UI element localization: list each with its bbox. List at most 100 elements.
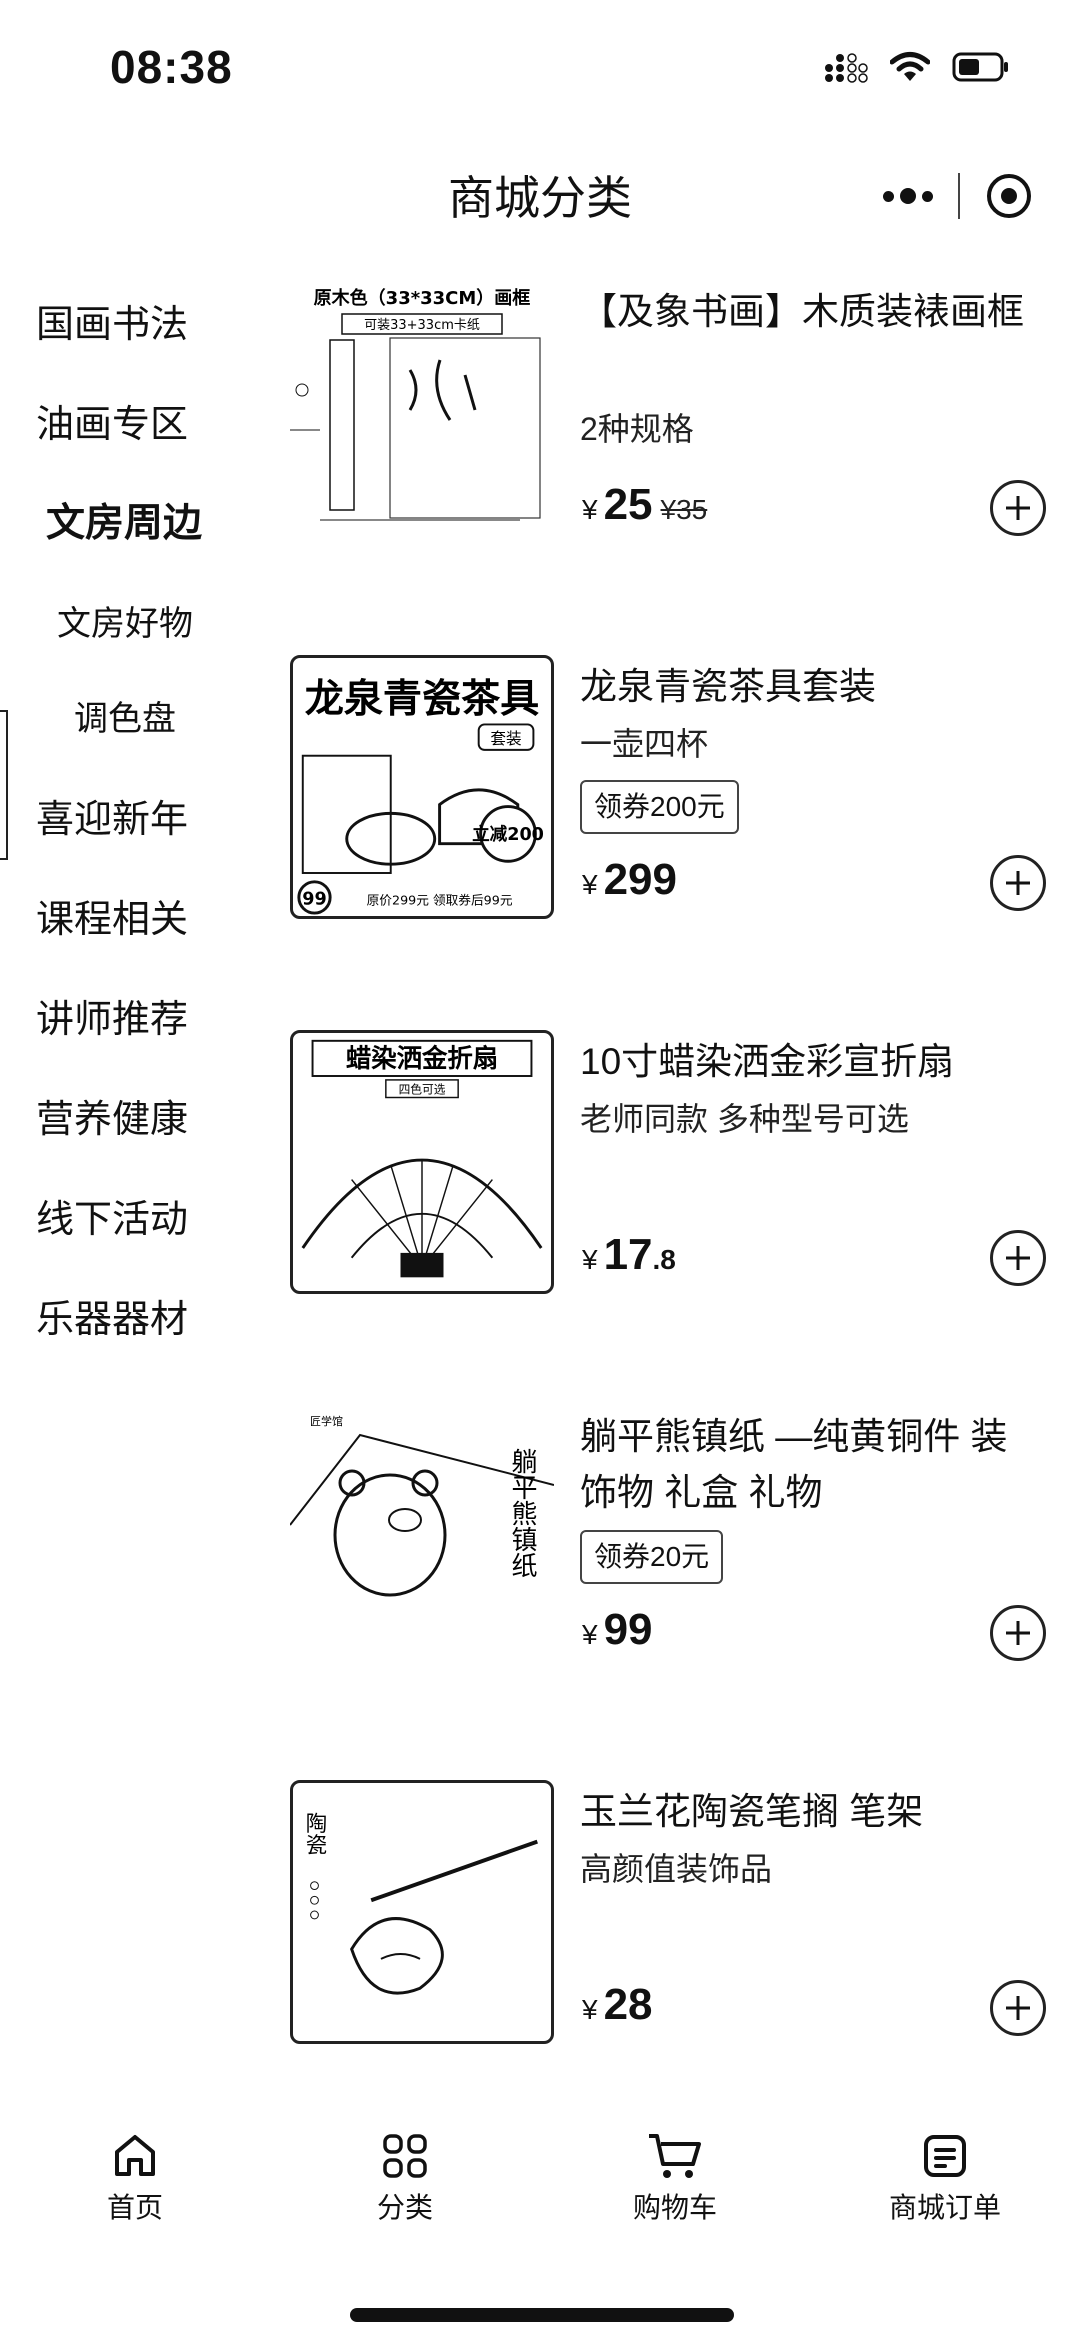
bottom-tab-bar: 首页 分类 购物车 商城订单 — [0, 2110, 1080, 2240]
thumb-top-text: 原木色（33*33CM）画框 — [314, 287, 531, 309]
sidebar-item-newyear[interactable]: 喜迎新年 — [0, 765, 240, 865]
battery-icon — [952, 51, 1010, 88]
more-dots-icon — [883, 190, 894, 202]
sidebar-item-offline[interactable]: 线下活动 — [0, 1165, 240, 1265]
close-program-button[interactable] — [960, 160, 1058, 232]
sidebar-item-health[interactable]: 营养健康 — [0, 1065, 240, 1165]
thumb-side-text: 躺平熊镇纸 — [507, 1448, 537, 1578]
sidebar-item-label: 喜迎新年 — [36, 798, 189, 841]
price-value: 25 — [603, 480, 653, 529]
order-icon — [924, 2135, 966, 2177]
grid-icon — [383, 2134, 427, 2178]
thumb-bottom-text: 原价299元 领取券后99元 — [367, 892, 513, 907]
sidebar-item-label: 国画书法 — [36, 303, 189, 346]
price-decimal: .8 — [652, 1244, 676, 1275]
product-subtitle: 一壶四杯 — [580, 726, 709, 762]
price-value: 28 — [603, 1980, 653, 2029]
tab-label: 商城订单 — [888, 2192, 1001, 2223]
thumb-circle: 99 — [302, 889, 326, 909]
sidebar-item-label: 线下活动 — [36, 1198, 189, 1241]
product-card[interactable]: 匠学馆 躺平熊镇纸 躺平熊镇纸 —纯黄铜件 装饰物 礼盒 礼物 领券20元 ¥ … — [290, 1405, 1080, 1705]
currency-symbol: ¥ — [582, 869, 598, 900]
add-to-cart-button[interactable] — [990, 1980, 1046, 2036]
target-icon — [987, 174, 1031, 218]
product-title: 龙泉青瓷茶具套装 — [580, 666, 876, 707]
product-price: ¥ 25 ¥35 — [582, 480, 707, 530]
product-card[interactable]: 龙泉青瓷茶具 套装 立减200 99 原价299元 领取券后99元 龙泉青瓷茶具… — [290, 655, 1080, 955]
tab-label: 购物车 — [632, 2192, 717, 2223]
sidebar-item-label: 文房周边 — [46, 502, 203, 545]
sidebar-active-indicator — [0, 710, 8, 860]
thumb-tag: 套装 — [490, 729, 522, 748]
product-card[interactable]: 蜡染洒金折扇 四色可选 10寸蜡染洒金彩宣折扇 老师同款 多种型号可选 ¥ 17… — [290, 1030, 1080, 1330]
more-button[interactable] — [858, 160, 958, 232]
status-icons — [824, 50, 1010, 89]
sidebar-item-teachers[interactable]: 讲师推荐 — [0, 965, 240, 1065]
plus-icon — [1006, 871, 1030, 895]
wifi-icon — [889, 51, 931, 88]
home-icon — [115, 2135, 155, 2176]
tab-cart[interactable]: 购物车 — [540, 2110, 810, 2240]
price-value: 17 — [603, 1230, 653, 1279]
product-price: ¥ 17 .8 — [582, 1230, 676, 1280]
product-image: 原木色（33*33CM）画框 可装33+33cm卡纸 — [290, 280, 554, 544]
tab-label: 分类 — [376, 2192, 433, 2223]
price-value: 299 — [603, 855, 677, 904]
currency-symbol: ¥ — [582, 1619, 598, 1650]
product-image: 龙泉青瓷茶具 套装 立减200 99 原价299元 领取券后99元 — [290, 655, 554, 919]
add-to-cart-button[interactable] — [990, 1605, 1046, 1661]
home-indicator — [350, 2308, 734, 2322]
product-card[interactable]: 原木色（33*33CM）画框 可装33+33cm卡纸 【及象书画】木质装裱画框 … — [290, 280, 1080, 580]
product-title: 【及象书画】木质装裱画框 — [580, 291, 1024, 332]
product-price: ¥ 299 — [582, 855, 677, 905]
sidebar-item-wenfang[interactable]: 文房周边 — [0, 470, 240, 570]
coupon-badge: 领券20元 — [580, 1530, 724, 1584]
sidebar-item-label: 营养健康 — [36, 1098, 189, 1141]
thumb-tag: 四色可选 — [399, 1083, 446, 1097]
sidebar-item-youhua[interactable]: 油画专区 — [0, 370, 240, 470]
sidebar-subitem-palette[interactable]: 调色盘 — [0, 665, 240, 765]
plus-icon — [1006, 1621, 1030, 1645]
sidebar-item-courses[interactable]: 课程相关 — [0, 865, 240, 965]
original-price: ¥35 — [660, 494, 708, 525]
currency-symbol: ¥ — [582, 1994, 598, 2025]
product-list: 原木色（33*33CM）画框 可装33+33cm卡纸 【及象书画】木质装裱画框 … — [290, 280, 1080, 2110]
sidebar-item-label: 文房好物 — [57, 604, 193, 643]
product-title: 躺平熊镇纸 —纯黄铜件 装饰物 礼盒 礼物 — [580, 1416, 1008, 1513]
add-to-cart-button[interactable] — [990, 855, 1046, 911]
sidebar-item-label: 乐器器材 — [36, 1298, 189, 1341]
add-to-cart-button[interactable] — [990, 480, 1046, 536]
product-card[interactable]: 陶瓷 玉兰花陶瓷笔搁 笔架 高颜值装饰品 ¥ 28 — [290, 1780, 1080, 2080]
sidebar-item-label: 讲师推荐 — [36, 998, 189, 1041]
signal-icon — [824, 50, 868, 89]
coupon-badge: 领券200元 — [580, 780, 739, 834]
thumb-top-text: 龙泉青瓷茶具 — [305, 676, 539, 722]
product-title: 10寸蜡染洒金彩宣折扇 — [580, 1041, 955, 1082]
more-dot-right — [922, 190, 933, 202]
sidebar-item-label: 油画专区 — [36, 403, 189, 446]
status-time: 08:38 — [110, 41, 233, 93]
plus-icon — [1006, 1246, 1030, 1270]
product-image: 陶瓷 — [290, 1780, 554, 2044]
tab-home[interactable]: 首页 — [0, 2110, 270, 2240]
currency-symbol: ¥ — [582, 1244, 598, 1275]
product-subtitle: 老师同款 多种型号可选 — [580, 1101, 909, 1137]
product-price: ¥ 99 — [582, 1605, 653, 1655]
sidebar-subitem-wenfang-haowu[interactable]: 文房好物 — [0, 570, 240, 670]
thumb-logo: 匠学馆 — [310, 1414, 343, 1428]
category-sidebar: 国画书法 油画专区 文房周边 文房好物 调色盘 喜迎新年 课程相关 讲师推荐 营… — [0, 260, 240, 2100]
sidebar-item-instruments[interactable]: 乐器器材 — [0, 1265, 240, 1365]
sidebar-item-label: 课程相关 — [36, 898, 189, 941]
thumb-badge: 立减200 — [472, 824, 544, 845]
tab-label: 首页 — [106, 2192, 163, 2223]
tab-category[interactable]: 分类 — [270, 2110, 540, 2240]
sidebar-item-guohua[interactable]: 国画书法 — [0, 270, 240, 370]
add-to-cart-button[interactable] — [990, 1230, 1046, 1286]
plus-icon — [1006, 496, 1030, 520]
sidebar-item-label: 调色盘 — [74, 699, 176, 738]
tab-orders[interactable]: 商城订单 — [810, 2110, 1080, 2240]
currency-symbol: ¥ — [582, 494, 598, 525]
price-value: 99 — [603, 1605, 653, 1654]
product-subtitle: 2种规格 — [580, 411, 694, 447]
cart-icon — [649, 2134, 701, 2178]
